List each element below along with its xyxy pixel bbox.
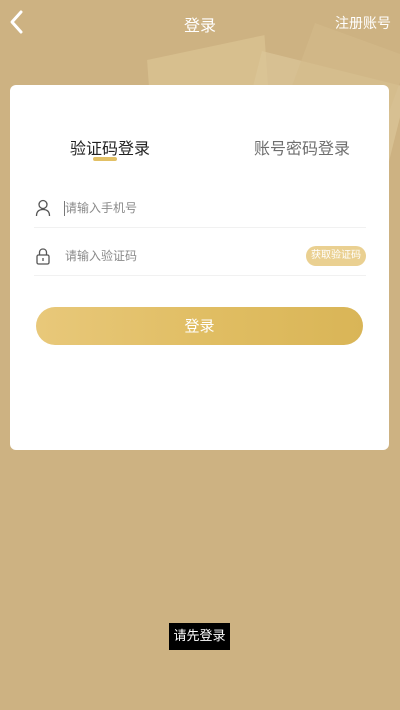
get-verification-code-button[interactable]: 获取验证码 <box>306 246 366 266</box>
phone-input[interactable] <box>65 197 295 219</box>
verification-code-input[interactable] <box>65 245 295 267</box>
text-caret <box>64 201 65 216</box>
register-account-link[interactable]: 注册账号 <box>335 13 391 33</box>
login-card: 验证码登录 账号密码登录 获取验证码 登录 <box>10 85 389 450</box>
top-bar: 登录 注册账号 <box>0 0 400 44</box>
login-screen: 登录 注册账号 验证码登录 账号密码登录 获取验证码 登录 请先登录 <box>0 0 400 710</box>
login-button[interactable]: 登录 <box>36 307 363 345</box>
tab-sms-login[interactable]: 验证码登录 <box>70 135 150 159</box>
phone-field <box>34 191 366 228</box>
verification-code-field: 获取验证码 <box>34 239 366 276</box>
user-icon <box>35 199 51 217</box>
toast-message: 请先登录 <box>169 623 230 650</box>
lock-icon <box>36 248 50 265</box>
active-tab-indicator <box>93 157 117 161</box>
tab-password-login[interactable]: 账号密码登录 <box>254 135 350 159</box>
